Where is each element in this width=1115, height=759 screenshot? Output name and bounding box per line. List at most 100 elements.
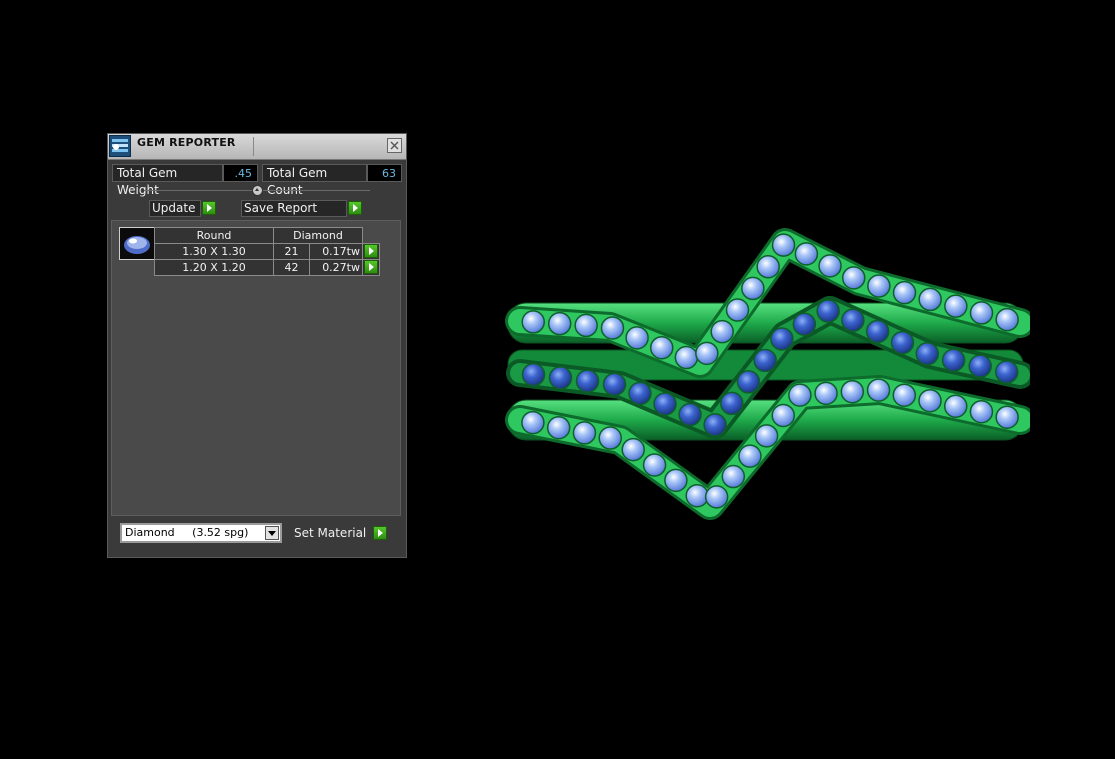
lower-gem [546, 415, 571, 440]
middle-gem [703, 413, 727, 437]
save-report-label: Save Report [244, 201, 318, 215]
row-play-button[interactable] [362, 259, 380, 276]
gem-table: Round Diamond 1.30 X 1.30 21 0.17tw 1.20… [154, 227, 380, 276]
upper-gem [695, 341, 719, 366]
lower-gem [521, 410, 545, 435]
gem-list-area: Round Diamond 1.30 X 1.30 21 0.17tw 1.20… [111, 220, 401, 516]
gem-table-header: Round Diamond [154, 227, 380, 244]
middle-gem [548, 366, 573, 390]
upper-gem [995, 307, 1019, 332]
lower-gem [754, 424, 779, 448]
middle-gem [736, 370, 761, 394]
upper-gem [625, 326, 649, 350]
update-label: Update [152, 201, 196, 215]
upper-gem [944, 294, 968, 318]
play-icon[interactable] [364, 260, 378, 274]
title-divider [253, 137, 254, 156]
table-row[interactable]: 1.20 X 1.20 42 0.27tw [154, 259, 380, 276]
round-gem-icon[interactable] [119, 227, 155, 260]
header-material: Diamond [273, 227, 363, 244]
upper-gem [771, 233, 796, 257]
middle-gem [720, 391, 744, 416]
total-weight-label: Total Gem Weight [112, 164, 223, 197]
middle-gem [753, 348, 777, 373]
middle-gem [653, 392, 677, 416]
middle-gem [841, 308, 865, 333]
lower-gem [738, 444, 762, 468]
lower-gem [621, 437, 645, 462]
upper-gem [818, 254, 842, 278]
middle-gem [678, 402, 702, 427]
update-play-icon[interactable] [202, 201, 216, 215]
middle-gem [865, 319, 890, 344]
total-count-value: 63 [367, 164, 402, 182]
middle-gem [994, 360, 1019, 384]
total-count-label: Total Gem Count [262, 164, 367, 197]
middle-gem [628, 381, 652, 406]
upper-gem [867, 274, 891, 298]
lower-gem [892, 383, 917, 407]
lower-gem [918, 388, 942, 413]
gem-reporter-icon [109, 135, 131, 157]
upper-gem [841, 266, 866, 290]
lower-gem [969, 399, 994, 424]
middle-gem [521, 362, 546, 387]
gem-count: 42 [273, 259, 310, 276]
middle-gem [890, 330, 915, 355]
middle-gem [915, 342, 940, 366]
lower-gem [572, 421, 597, 445]
lower-gem [642, 453, 667, 477]
lower-gem [866, 378, 891, 402]
lower-gem [840, 379, 865, 404]
lower-gem [995, 405, 1019, 429]
slider-knob-icon[interactable] [252, 185, 263, 196]
lower-gem [664, 468, 688, 493]
ring-render [505, 228, 1035, 520]
gem-weight: 0.17tw [309, 243, 363, 260]
middle-gem [575, 369, 600, 393]
panel-titlebar[interactable]: GEM REPORTER [108, 134, 406, 160]
panel-title: GEM REPORTER [137, 136, 236, 149]
set-material-play-icon[interactable] [373, 526, 387, 540]
upper-gem [725, 298, 750, 322]
save-report-button[interactable]: Save Report [241, 200, 347, 217]
lower-gem [814, 381, 838, 406]
ring-3d-viewport[interactable] [500, 215, 1035, 535]
close-icon [390, 141, 399, 150]
lower-gem [943, 394, 968, 418]
save-report-play-icon[interactable] [348, 201, 362, 215]
upper-gem [600, 316, 625, 340]
upper-gem [756, 254, 780, 279]
table-row[interactable]: 1.30 X 1.30 21 0.17tw [154, 243, 380, 260]
upper-gem [918, 287, 942, 312]
lower-gem [721, 464, 746, 489]
upper-gem [649, 335, 674, 360]
upper-gem [892, 280, 917, 305]
lower-gem [598, 426, 622, 450]
material-select[interactable]: Diamond (3.52 spg) [120, 523, 282, 543]
gem-reporter-panel: GEM REPORTER Total Gem Weight .45 Total … [107, 133, 407, 558]
upper-gem [794, 242, 819, 266]
total-weight-value: .45 [223, 164, 258, 182]
gem-weight: 0.27tw [309, 259, 363, 276]
middle-gem [968, 354, 992, 378]
close-button[interactable] [387, 138, 402, 153]
middle-gem [941, 348, 966, 373]
lower-gem [788, 383, 812, 407]
gem-size: 1.30 X 1.30 [154, 243, 274, 260]
play-icon[interactable] [364, 244, 378, 258]
upper-gem [710, 319, 734, 344]
dropdown-arrow-icon[interactable] [265, 526, 279, 540]
lower-gem [771, 403, 795, 428]
lower-gem [704, 485, 729, 509]
upper-gem [741, 276, 765, 301]
upper-gem [521, 310, 545, 334]
update-button[interactable]: Update [149, 200, 201, 217]
upper-gem [674, 345, 699, 370]
gem-count: 21 [273, 243, 310, 260]
row-play-button[interactable] [362, 243, 380, 260]
upper-gem [547, 311, 572, 336]
lower-gem [685, 484, 709, 508]
upper-gem [574, 313, 598, 338]
middle-gem [792, 312, 817, 336]
